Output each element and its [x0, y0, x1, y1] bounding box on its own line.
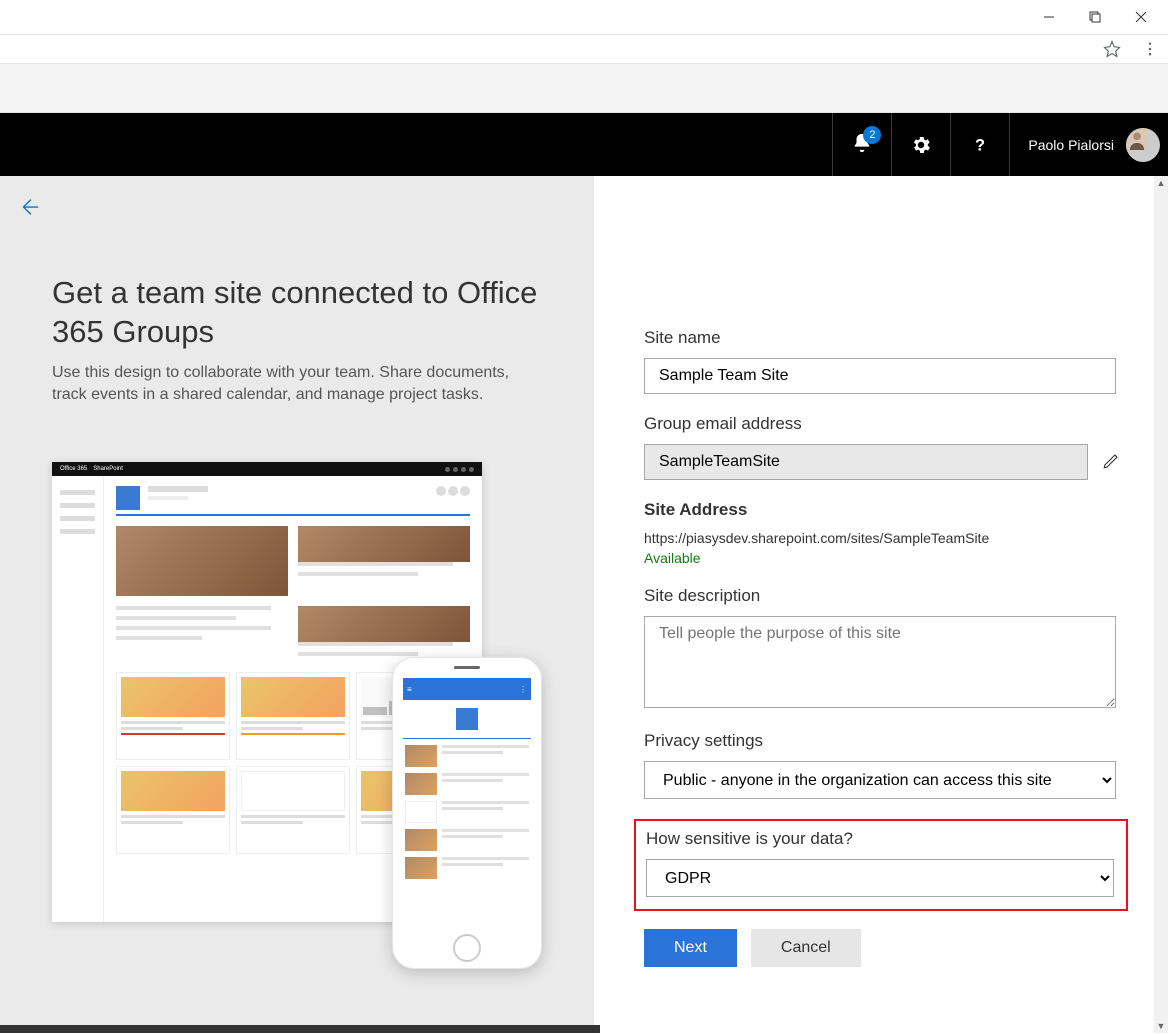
browser-toolbar	[0, 34, 1168, 64]
back-button[interactable]	[18, 196, 40, 221]
vertical-scrollbar[interactable]: ▲ ▼	[1154, 176, 1168, 1033]
group-email-label: Group email address	[644, 414, 1128, 434]
left-panel: Get a team site connected to Office 365 …	[0, 176, 594, 1033]
avatar	[1126, 128, 1160, 162]
notification-badge: 2	[863, 126, 881, 144]
sensitivity-highlight: How sensitive is your data? GDPR	[634, 819, 1128, 911]
privacy-label: Privacy settings	[644, 731, 1128, 751]
scroll-down-icon[interactable]: ▼	[1154, 1019, 1168, 1033]
form-panel: Site name Group email address Site Addre…	[594, 176, 1168, 1033]
question-icon: ?	[969, 134, 991, 156]
privacy-select[interactable]: Public - anyone in the organization can …	[644, 761, 1116, 799]
bookmark-star-icon[interactable]	[1102, 39, 1122, 59]
gear-icon	[910, 134, 932, 156]
site-name-input[interactable]	[644, 358, 1116, 394]
next-button[interactable]: Next	[644, 929, 737, 967]
settings-button[interactable]	[891, 113, 950, 176]
bell-icon: 2	[851, 132, 873, 157]
site-address-label: Site Address	[644, 500, 1128, 520]
edit-email-button[interactable]	[1102, 452, 1120, 473]
window-titlebar	[0, 0, 1168, 34]
pencil-icon	[1102, 452, 1120, 470]
browser-tab-strip	[0, 64, 1168, 113]
svg-text:?: ?	[975, 136, 985, 154]
taskbar-edge	[0, 1025, 600, 1033]
scroll-up-icon[interactable]: ▲	[1154, 176, 1168, 190]
page-subtitle: Use this design to collaborate with your…	[52, 362, 542, 407]
maximize-button[interactable]	[1072, 1, 1118, 33]
user-menu[interactable]: Paolo Pialorsi	[1009, 113, 1168, 176]
suite-header: 2 ? Paolo Pialorsi	[0, 113, 1168, 176]
mobile-preview: ≡⋮	[392, 657, 542, 969]
help-button[interactable]: ?	[950, 113, 1009, 176]
close-button[interactable]	[1118, 1, 1164, 33]
site-name-label: Site name	[644, 328, 1128, 348]
group-email-input[interactable]	[644, 444, 1088, 480]
user-name: Paolo Pialorsi	[1028, 137, 1114, 153]
site-address-status: Available	[644, 550, 1128, 566]
sensitivity-label: How sensitive is your data?	[646, 829, 1116, 849]
description-textarea[interactable]	[644, 616, 1116, 708]
minimize-button[interactable]	[1026, 1, 1072, 33]
description-label: Site description	[644, 586, 1128, 606]
site-address-url: https://piasysdev.sharepoint.com/sites/S…	[644, 530, 1128, 546]
page-title: Get a team site connected to Office 365 …	[52, 274, 542, 352]
browser-menu-icon[interactable]	[1140, 39, 1160, 59]
cancel-button[interactable]: Cancel	[751, 929, 861, 967]
notifications-button[interactable]: 2	[832, 113, 891, 176]
site-preview-illustration: Office 365SharePoint	[52, 462, 542, 982]
sensitivity-select[interactable]: GDPR	[646, 859, 1114, 897]
